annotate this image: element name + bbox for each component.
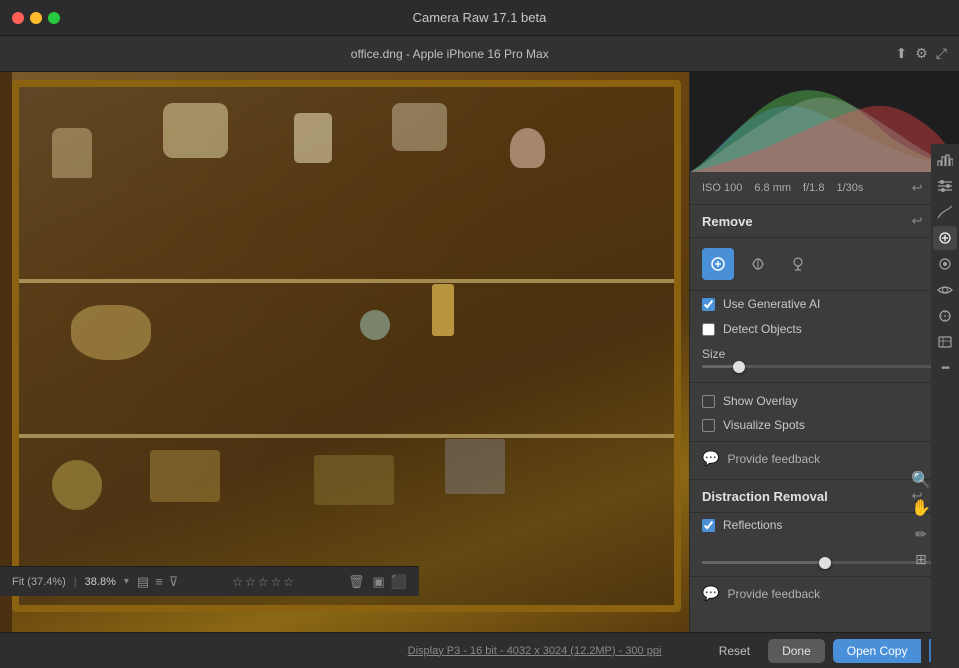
compare-icon[interactable]: ≡ — [155, 574, 163, 589]
show-overlay-row: Show Overlay — [690, 389, 959, 413]
fullscreen-toggle-button[interactable]: ⤢ — [936, 45, 947, 62]
statusbar-right: ▣ ⬛ — [373, 574, 407, 590]
feedback-icon-2: 💬 — [702, 585, 719, 602]
iso-value: ISO 100 — [702, 182, 742, 194]
rail-sliders-icon[interactable] — [933, 174, 957, 198]
grid-view-icon[interactable]: ⊞ — [915, 551, 927, 568]
provide-feedback-button-2[interactable]: 💬 Provide feedback — [690, 576, 959, 610]
generative-ai-row: Use Generative AI ⓘ — [690, 291, 959, 317]
rail-remove-icon[interactable] — [933, 226, 957, 250]
histogram-small-icon[interactable]: ▤ — [137, 574, 149, 590]
app-title: Camera Raw 17.1 beta — [413, 10, 547, 25]
image-area: Fit (37.4%) | 38.8% ▾ ▤ ≡ ⊽ ☆ ☆ ☆ ☆ ☆ 🗑 — [0, 72, 689, 632]
tool-buttons — [690, 238, 959, 291]
heal-tool-button[interactable] — [702, 248, 734, 280]
reflections-checkbox[interactable] — [702, 519, 715, 532]
rail-more-icon[interactable]: ••• — [933, 356, 957, 380]
fullscreen-button[interactable] — [48, 12, 60, 24]
traffic-lights — [12, 12, 60, 24]
size-slider-track[interactable] — [702, 365, 947, 368]
reflection-slider-thumb[interactable] — [819, 557, 831, 569]
minimize-button[interactable] — [30, 12, 42, 24]
visualize-spots-checkbox[interactable] — [702, 419, 715, 432]
generative-ai-label[interactable]: Use Generative AI — [723, 297, 820, 311]
visualize-spots-label: Visualize Spots — [723, 418, 805, 432]
exif-row: ISO 100 6.8 mm f/1.8 1/30s ↩ 👁 — [690, 172, 959, 205]
shutter-value: 1/30s — [836, 182, 863, 194]
generative-ai-checkbox[interactable] — [702, 298, 715, 311]
reflection-slider-fill — [702, 561, 825, 564]
titlebar: Camera Raw 17.1 beta — [0, 0, 959, 36]
detect-objects-checkbox[interactable] — [702, 323, 715, 336]
view-compare-icon[interactable]: ⬛ — [391, 574, 407, 590]
close-button[interactable] — [12, 12, 24, 24]
toolbar-filename: office.dng - Apple iPhone 16 Pro Max — [12, 47, 888, 61]
size-slider-row: Size 1 — [690, 341, 959, 376]
show-overlay-label: Show Overlay — [723, 394, 798, 408]
star-4[interactable]: ☆ — [271, 575, 282, 589]
view-single-icon[interactable]: ▣ — [373, 574, 385, 590]
star-rating[interactable]: ☆ ☆ ☆ ☆ ☆ — [186, 575, 340, 589]
reflections-label[interactable]: Reflections — [723, 518, 782, 532]
aperture-value: f/1.8 — [803, 182, 824, 194]
zoom-in-icon[interactable]: 🔍 — [911, 470, 931, 490]
patch-tool-button[interactable] — [742, 248, 774, 280]
focal-length-value: 6.8 mm — [754, 182, 791, 194]
toolbar-right-icons: ⬆ ⚙ ⤢ — [896, 45, 948, 62]
star-2[interactable]: ☆ — [245, 575, 256, 589]
file-info-text[interactable]: Display P3 - 16 bit - 4032 x 3024 (12.2M… — [360, 645, 708, 657]
zoom-percent: 38.8% — [85, 576, 116, 588]
bottom-buttons: Reset Done Open Copy ▾ — [709, 639, 947, 663]
zoom-controls: 🔍 ✋ ✏ ⊞ — [911, 470, 931, 568]
hand-tool-icon[interactable]: ✋ — [911, 498, 931, 518]
star-1[interactable]: ☆ — [232, 575, 243, 589]
eyedropper-icon[interactable]: ✏ — [915, 526, 927, 543]
feedback-icon-1: 💬 — [702, 450, 719, 467]
size-slider-labels: Size 1 — [702, 347, 947, 361]
filter-icon[interactable]: ⊽ — [169, 574, 179, 590]
stamp-tool-button[interactable] — [782, 248, 814, 280]
trash-icon[interactable]: 🗑 — [348, 574, 365, 590]
histogram-svg — [690, 72, 959, 172]
visualize-spots-row: Visualize Spots — [690, 413, 959, 437]
zoom-dropdown[interactable]: ▾ — [124, 576, 129, 587]
star-3[interactable]: ☆ — [258, 575, 269, 589]
feedback-label-2: Provide feedback — [727, 587, 820, 601]
rail-geometry-icon[interactable] — [933, 330, 957, 354]
histogram — [690, 72, 959, 172]
size-slider-thumb[interactable] — [733, 361, 745, 373]
rail-masking-icon[interactable] — [933, 252, 957, 276]
feedback-label-1: Provide feedback — [727, 452, 820, 466]
rail-eye-icon[interactable] — [933, 278, 957, 302]
side-rail: ••• — [931, 144, 959, 668]
detect-objects-row: Detect Objects — [690, 317, 959, 341]
share-button[interactable]: ⬆ — [896, 45, 908, 62]
remove-title: Remove — [702, 214, 912, 229]
open-copy-button[interactable]: Open Copy — [833, 639, 922, 663]
zoom-fit-label: Fit (37.4%) — [12, 576, 66, 588]
undo-icon[interactable]: ↩ — [912, 180, 923, 196]
detect-objects-label[interactable]: Detect Objects — [723, 322, 802, 336]
statusbar-center: ☆ ☆ ☆ ☆ ☆ — [186, 575, 340, 589]
rail-curves-icon[interactable] — [933, 200, 957, 224]
star-5[interactable]: ☆ — [283, 575, 294, 589]
divider-1 — [690, 382, 959, 383]
remove-section-header: Remove ↩ 👁 — [690, 205, 959, 238]
settings-button[interactable]: ⚙ — [915, 45, 928, 62]
statusbar-icons: ▤ ≡ ⊽ — [137, 574, 178, 590]
reset-button[interactable]: Reset — [709, 639, 760, 663]
rail-histogram-icon[interactable] — [933, 148, 957, 172]
photo-canvas[interactable] — [0, 72, 689, 632]
distraction-title: Distraction Removal — [702, 489, 912, 504]
statusbar: Fit (37.4%) | 38.8% ▾ ▤ ≡ ⊽ ☆ ☆ ☆ ☆ ☆ 🗑 — [0, 566, 419, 596]
show-overlay-checkbox[interactable] — [702, 395, 715, 408]
toolbar: office.dng - Apple iPhone 16 Pro Max ⬆ ⚙… — [0, 36, 959, 72]
remove-reset-icon[interactable]: ↩ — [912, 213, 923, 229]
size-label: Size — [702, 347, 725, 361]
done-button[interactable]: Done — [768, 639, 825, 663]
fileinfo-bar: Display P3 - 16 bit - 4032 x 3024 (12.2M… — [0, 632, 959, 668]
rail-optics-icon[interactable] — [933, 304, 957, 328]
